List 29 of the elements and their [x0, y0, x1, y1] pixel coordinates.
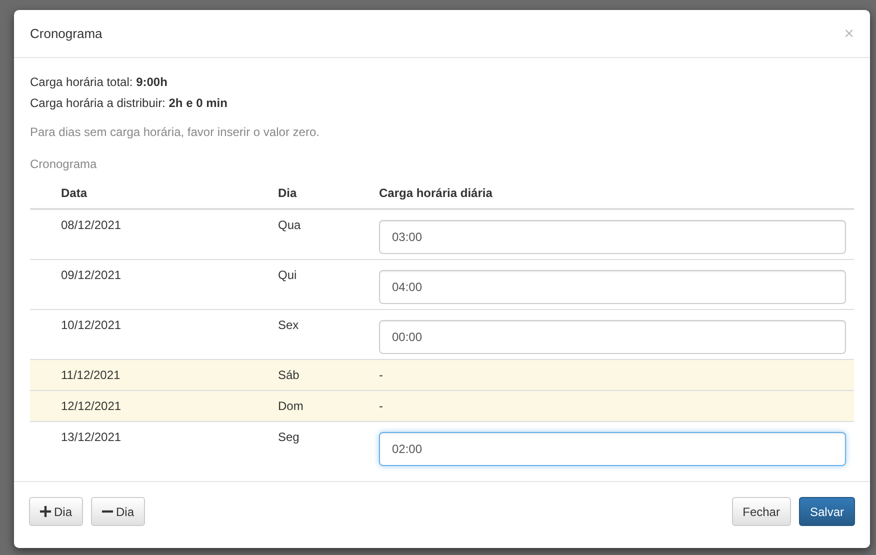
add-day-button[interactable]: Dia: [29, 497, 84, 526]
hours-field[interactable]: 03:00: [379, 220, 846, 254]
dialog-title: Cronograma: [30, 26, 102, 42]
column-header: Data: [30, 180, 270, 209]
summary-line: Carga horária total: 9:00h: [30, 74, 168, 91]
day-cell: Qua: [270, 209, 371, 260]
hint-text: Para dias sem carga horária, favor inserir o valor zero.: [30, 124, 320, 141]
date-cell: 11/12/2021: [30, 360, 270, 390]
day-cell: Dom: [270, 390, 371, 422]
hours-cell: -: [371, 360, 854, 390]
close-button[interactable]: Fechar: [732, 497, 791, 526]
day-cell: Qui: [270, 260, 371, 310]
save-button[interactable]: Salvar: [798, 497, 855, 526]
hours-cell: -: [371, 390, 854, 422]
column-header: Carga horária diária: [371, 180, 854, 209]
hours-field[interactable]: 02:00: [379, 432, 846, 466]
plus-icon: [40, 506, 51, 517]
day-cell: Sáb: [270, 360, 371, 390]
day-cell: Seg: [270, 422, 371, 471]
hours-field[interactable]: 00:00: [379, 320, 846, 354]
section-label: Cronograma: [30, 156, 98, 173]
date-cell: 13/12/2021: [30, 422, 270, 471]
date-cell: 08/12/2021: [30, 209, 270, 260]
hours-field[interactable]: 04:00: [379, 270, 846, 304]
column-header: Dia: [270, 180, 371, 209]
summary-line: Carga horária a distribuir: 2h e 0 min: [30, 95, 228, 112]
date-cell: 09/12/2021: [30, 260, 270, 310]
date-cell: 12/12/2021: [30, 390, 270, 422]
remove-day-button[interactable]: Dia: [91, 497, 146, 526]
